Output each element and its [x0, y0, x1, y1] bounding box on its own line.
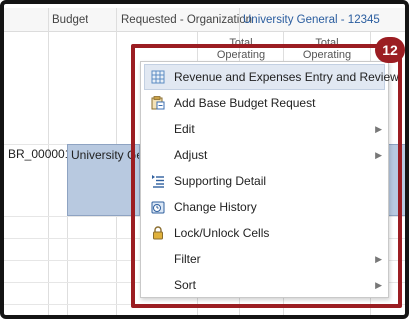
header-university-general[interactable]: University General - 12345 [243, 9, 380, 31]
callout-number-badge: 12 [375, 37, 405, 63]
row-id-cell[interactable]: BR_000001 [4, 144, 71, 164]
callout-highlight-box [131, 44, 402, 308]
header-budget[interactable]: Budget [52, 9, 88, 31]
screenshot-frame: Budget Requested - Organization Universi… [0, 0, 409, 319]
header-requested-organization[interactable]: Requested - Organization [121, 9, 252, 31]
selected-cell-text: University Gen [71, 148, 139, 162]
selected-cell[interactable]: University Gen [67, 144, 140, 216]
